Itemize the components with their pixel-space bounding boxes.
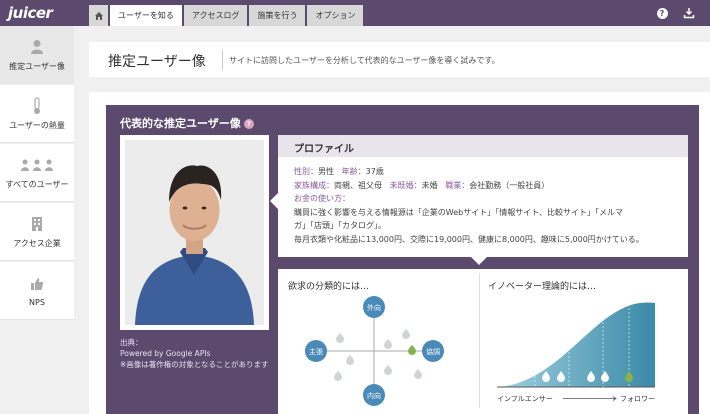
download-icon <box>683 8 695 19</box>
needs-right-label: 協調 <box>426 347 440 356</box>
needs-top-label: 外向 <box>367 303 381 312</box>
sidebar: 推定ユーザー像 ユーザーの熱量 すべてのユーザー アクセス企業 NPS <box>0 26 74 414</box>
job-label: 職業： <box>445 180 470 190</box>
page-description: サイトに訪問したユーザーを分析して代表的なユーザー像を導く試みです。 <box>229 56 500 65</box>
persona-title: 代表的な推定ユーザー像? <box>120 115 254 131</box>
needs-bottom-label: 内向 <box>367 391 381 400</box>
gender-label: 性別： <box>294 167 318 176</box>
image-credit: 出典： Powered by Google APIs ※画像は著作権の対象となる… <box>120 337 269 370</box>
download-button[interactable] <box>680 4 698 22</box>
group-icon <box>20 155 54 175</box>
innovator-right-label: フォロワー <box>620 395 655 403</box>
juicer-logo[interactable]: juicer <box>8 4 68 22</box>
top-bar: juicer ユーザーを知る アクセスログ 施策を行う オプション ? <box>0 0 710 26</box>
needs-current-drop <box>408 345 416 355</box>
innovator-left-label: インフルエンサー <box>497 395 553 403</box>
logo-text: juicer <box>8 4 53 22</box>
profile-card: プロファイル 性別：男性 年齢：37歳 家族構成：両親、祖父母 未既婚：未婚 職… <box>278 135 688 257</box>
sidebar-item-companies[interactable]: アクセス企業 <box>0 203 74 261</box>
profile-line-family: 家族構成：両親、祖父母 未既婚：未婚 職業：会社勤務（一般社員） <box>294 179 679 193</box>
page-title: 推定ユーザー像 <box>108 54 206 70</box>
age-value: 37歳 <box>365 167 384 176</box>
sidebar-item-heat[interactable]: ユーザーの熱量 <box>0 85 74 143</box>
analysis-pointer <box>471 257 487 265</box>
profile-body: 性別：男性 年齢：37歳 家族構成：両親、祖父母 未既婚：未婚 職業：会社勤務（… <box>294 165 679 246</box>
profile-header: プロファイル <box>278 135 688 157</box>
sidebar-item-label: すべてのユーザー <box>5 180 69 189</box>
age-label: 年齢： <box>341 167 366 176</box>
sidebar-item-persona[interactable]: 推定ユーザー像 <box>0 26 74 84</box>
thermometer-icon <box>32 96 42 116</box>
family-value: 両親、祖父母 <box>334 180 382 190</box>
tab-know-users[interactable]: ユーザーを知る <box>110 5 182 26</box>
money-line-3: 毎月衣類や化粧品に13,000円、交際に19,000円、健康に8,000円、趣味… <box>294 234 644 244</box>
building-icon <box>31 214 43 234</box>
innovator-diagram: インフルエンサー フォロワー <box>497 302 655 403</box>
needs-diagram: 外向 主張 協調 内向 <box>305 296 444 406</box>
persona-photo <box>120 135 269 330</box>
persona-panel: 代表的な推定ユーザー像? 出典： Powered by Google APIs … <box>106 105 699 414</box>
sidebar-item-label: アクセス企業 <box>13 239 61 248</box>
tab-access-log[interactable]: アクセスログ <box>183 5 248 26</box>
tab-options[interactable]: オプション <box>307 5 364 26</box>
needs-left-label: 主張 <box>309 347 323 356</box>
sidebar-item-label: ユーザーの熱量 <box>9 121 65 130</box>
credit-powered-by: Powered by Google APIs <box>120 349 211 358</box>
sidebar-item-all-users[interactable]: すべてのユーザー <box>0 144 74 202</box>
marital-value: 未婚 <box>421 180 438 190</box>
money-line-2: ガ」「店頭」「カタログ」。 <box>294 221 386 230</box>
money-label: お金の使い方： <box>294 194 350 203</box>
tab-measures[interactable]: 施策を行う <box>249 5 306 26</box>
home-button[interactable] <box>89 5 108 26</box>
profile-line-basic: 性別：男性 年齢：37歳 <box>294 165 679 179</box>
credit-source-label: 出典： <box>120 338 143 347</box>
family-label: 家族構成： <box>294 180 334 190</box>
marital-label: 未既婚： <box>389 180 422 190</box>
profile-title: プロファイル <box>294 144 354 155</box>
analysis-card: 欲求の分類的には… イノベーター理論的には… 外向 主張 協調 内向 インフルエ… <box>278 269 688 414</box>
home-icon <box>94 11 103 20</box>
sidebar-item-nps[interactable]: NPS <box>0 262 74 320</box>
credit-copyright-note: ※画像は著作権の対象となることがあります <box>120 360 269 369</box>
profile-pointer <box>270 193 278 209</box>
main-nav: ユーザーを知る アクセスログ 施策を行う オプション <box>89 5 365 26</box>
help-button[interactable]: ? <box>653 4 671 22</box>
question-icon[interactable]: ? <box>243 119 254 129</box>
sidebar-item-label: NPS <box>29 298 45 307</box>
gender-value: 男性 <box>318 167 334 176</box>
header-divider <box>222 50 223 70</box>
thumbs-up-icon <box>30 274 44 294</box>
needs-drops <box>334 329 422 381</box>
money-line-1: 購買に強く影響を与える情報源は「企業のWebサイト」「情報サイト、比較サイト」「… <box>294 207 624 217</box>
help-icon: ? <box>656 7 668 19</box>
job-value: 会社勤務（一般社員） <box>469 180 550 190</box>
page-header: 推定ユーザー像 サイトに訪問したユーザーを分析して代表的なユーザー像を導く試みで… <box>89 42 710 77</box>
person-icon <box>30 37 44 57</box>
sidebar-item-label: 推定ユーザー像 <box>9 62 65 71</box>
persona-title-text: 代表的な推定ユーザー像 <box>120 117 241 130</box>
portrait-image <box>125 140 264 325</box>
